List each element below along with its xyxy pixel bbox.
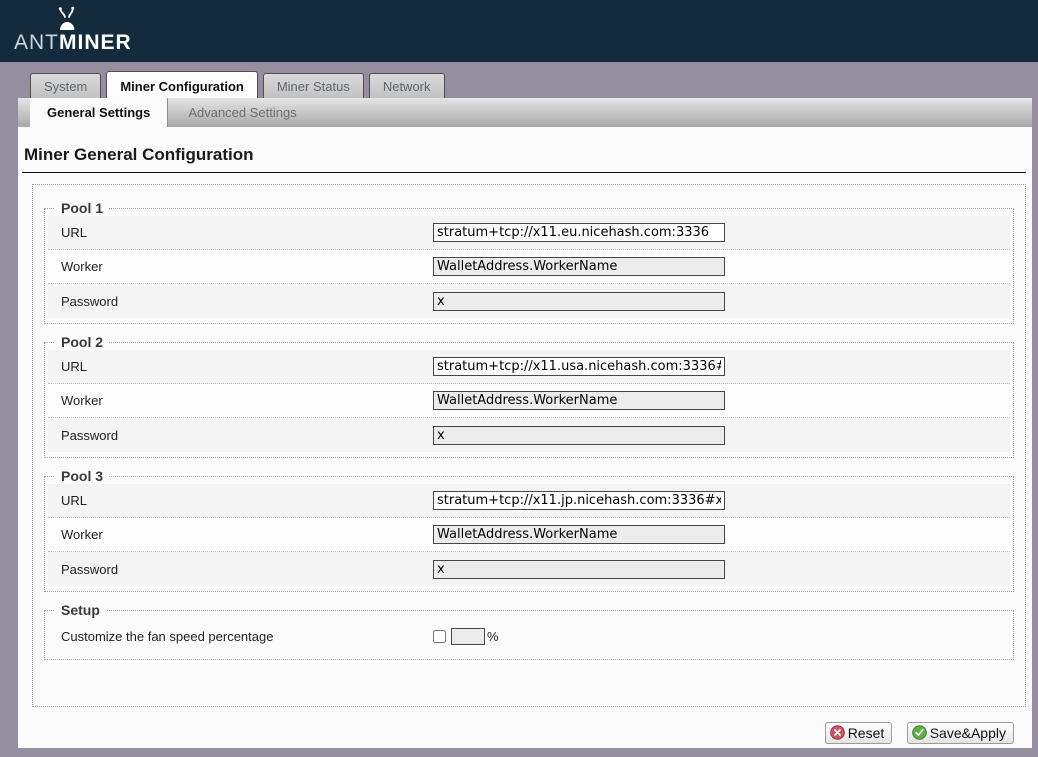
pool3-url-label: URL <box>61 493 433 508</box>
app-header: ANTMINER <box>0 0 1038 62</box>
pool3-password-input[interactable] <box>433 560 725 579</box>
pool3-section: Pool 3 URL Worker Password <box>44 468 1014 592</box>
pool3-password-label: Password <box>61 562 433 577</box>
reset-icon <box>830 725 845 740</box>
save-apply-button-label: Save&Apply <box>930 725 1006 741</box>
field-row: Worker <box>48 518 1010 552</box>
nav-tab-band: System Miner Configuration Miner Status … <box>0 62 1038 98</box>
nav-tab-miner-status[interactable]: Miner Status <box>263 73 364 98</box>
nav-tab-system[interactable]: System <box>30 73 101 98</box>
nav-tab-miner-configuration[interactable]: Miner Configuration <box>106 71 258 98</box>
logo-text-miner: MINER <box>59 31 132 54</box>
pool2-url-label: URL <box>61 359 433 374</box>
pool3-legend: Pool 3 <box>55 468 109 484</box>
sub-tab-general-settings[interactable]: General Settings <box>30 98 168 127</box>
pool2-section: Pool 2 URL Worker Password <box>44 334 1014 458</box>
field-row: URL <box>48 484 1010 518</box>
pool1-url-label: URL <box>61 225 433 240</box>
nav-tab-row: System Miner Configuration Miner Status … <box>30 71 450 98</box>
pool3-worker-input[interactable] <box>433 525 725 544</box>
pool2-legend: Pool 2 <box>55 334 109 350</box>
setup-section: Setup Customize the fan speed percentage… <box>44 602 1014 660</box>
fan-speed-input[interactable] <box>451 628 485 645</box>
fan-speed-controls: % <box>433 628 499 645</box>
page-title: Miner General Configuration <box>22 145 1026 173</box>
fan-speed-label: Customize the fan speed percentage <box>61 629 433 644</box>
fan-speed-row: Customize the fan speed percentage % <box>48 618 1010 654</box>
pool1-url-input[interactable] <box>433 223 725 242</box>
action-buttons: Reset Save&Apply <box>815 722 1014 746</box>
ant-icon <box>54 6 80 32</box>
pool1-worker-input[interactable] <box>433 257 725 276</box>
pool1-worker-label: Worker <box>61 259 433 274</box>
field-row: Worker <box>48 250 1010 284</box>
field-row: URL <box>48 216 1010 250</box>
pool2-worker-label: Worker <box>61 393 433 408</box>
reset-button-label: Reset <box>848 725 885 741</box>
field-row: Password <box>48 552 1010 586</box>
pool2-password-label: Password <box>61 428 433 443</box>
logo-text: ANTMINER <box>14 31 132 55</box>
percent-sign: % <box>487 629 499 644</box>
pool3-worker-label: Worker <box>61 527 433 542</box>
sub-tab-advanced-settings[interactable]: Advanced Settings <box>168 98 316 127</box>
pool3-url-input[interactable] <box>433 491 725 510</box>
save-apply-icon <box>912 725 927 740</box>
main-panel: Miner General Configuration Pool 1 URL W… <box>18 127 1032 748</box>
reset-button[interactable]: Reset <box>825 722 893 744</box>
nav-tab-network[interactable]: Network <box>369 73 445 98</box>
pool1-section: Pool 1 URL Worker Password <box>44 200 1014 324</box>
pool2-url-input[interactable] <box>433 357 725 376</box>
logo-text-ant: ANT <box>14 31 59 54</box>
save-apply-button[interactable]: Save&Apply <box>907 722 1014 744</box>
sub-tab-bar: General Settings Advanced Settings <box>18 98 1032 127</box>
configuration-form: Pool 1 URL Worker Password Pool 2 <box>32 184 1026 707</box>
pool1-password-label: Password <box>61 294 433 309</box>
pool2-worker-input[interactable] <box>433 391 725 410</box>
pool1-password-input[interactable] <box>433 292 725 311</box>
pool1-legend: Pool 1 <box>55 200 109 216</box>
content-area: General Settings Advanced Settings Miner… <box>18 98 1032 748</box>
setup-legend: Setup <box>55 602 106 618</box>
field-row: Password <box>48 418 1010 452</box>
field-row: Password <box>48 284 1010 318</box>
field-row: URL <box>48 350 1010 384</box>
field-row: Worker <box>48 384 1010 418</box>
fan-speed-checkbox[interactable] <box>433 630 446 643</box>
pool2-password-input[interactable] <box>433 426 725 445</box>
